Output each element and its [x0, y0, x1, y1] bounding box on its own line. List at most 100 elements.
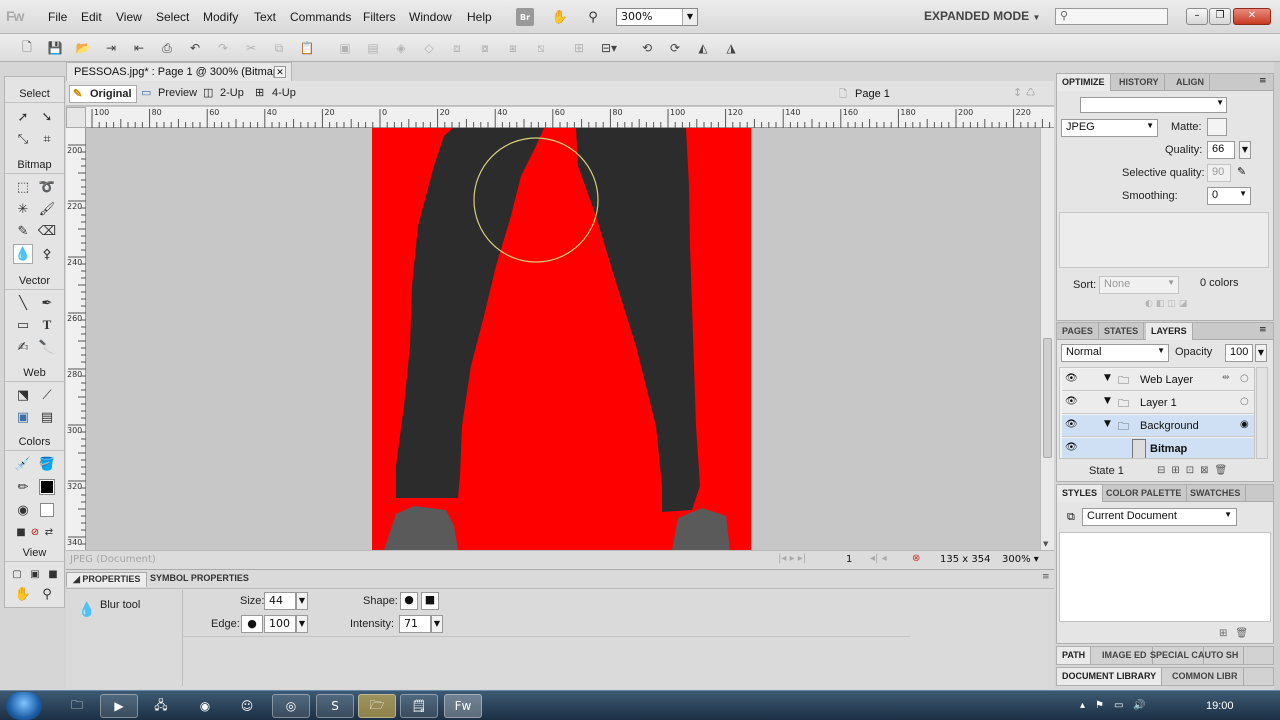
tab-layers[interactable]: LAYERS: [1146, 323, 1193, 340]
panel-menu-icon[interactable]: ≡: [1259, 325, 1267, 335]
canvas-image[interactable]: [66, 106, 1054, 550]
freeform-icon[interactable]: ✍: [13, 337, 33, 357]
firefox-icon[interactable]: ◉: [186, 694, 224, 718]
subselect-icon[interactable]: ➘: [37, 107, 57, 127]
styles-source-select[interactable]: Current Document ▼: [1082, 508, 1237, 526]
restore-button[interactable]: ❐: [1209, 8, 1231, 25]
slice-icon[interactable]: ⟋: [37, 385, 57, 405]
page-label[interactable]: Page 1: [855, 88, 890, 100]
notepad-icon[interactable]: 🗒: [400, 694, 438, 718]
rotate-right-icon[interactable]: ⟳: [666, 39, 684, 57]
ruler-corner[interactable]: [66, 107, 86, 128]
tab-pages[interactable]: PAGES: [1057, 323, 1099, 340]
workspace-mode[interactable]: EXPANDED MODE ▼: [924, 9, 1040, 23]
send-backward-icon[interactable]: ⧆: [504, 39, 522, 57]
hand-icon[interactable]: ✋: [551, 8, 569, 26]
magic-wand-icon[interactable]: ✳: [13, 199, 33, 219]
shape-round-button[interactable]: ●: [400, 592, 418, 610]
media-player-icon[interactable]: ▶: [100, 694, 138, 718]
print-icon[interactable]: ⎙: [158, 39, 176, 57]
full-screen-menu-icon[interactable]: ▣: [25, 564, 45, 584]
matte-swatch[interactable]: [1207, 118, 1227, 136]
close-button[interactable]: ✕: [1233, 8, 1271, 25]
menu-text[interactable]: Text: [254, 10, 276, 24]
preset-select[interactable]: ▼: [1080, 97, 1227, 113]
chrome-icon[interactable]: ◎: [272, 694, 310, 718]
fill-swatch[interactable]: [37, 500, 57, 520]
edge-slider-button[interactable]: ▼: [296, 615, 308, 633]
text-icon[interactable]: T: [37, 315, 57, 335]
paint-bucket-icon[interactable]: 🪣: [37, 454, 57, 474]
tab-document-library[interactable]: DOCUMENT LIBRARY: [1057, 668, 1163, 685]
target-icon[interactable]: ◉: [1240, 419, 1249, 430]
rotate-left-icon[interactable]: ⟲: [638, 39, 656, 57]
quality-slider-button[interactable]: ▼: [1239, 141, 1251, 159]
network-icon[interactable]: 🖧: [142, 694, 180, 718]
menu-edit[interactable]: Edit: [81, 10, 102, 24]
panel-menu-icon[interactable]: ≡: [1042, 572, 1050, 582]
tab-4up[interactable]: ⊞ 4-Up: [252, 85, 300, 103]
size-slider-button[interactable]: ▼: [296, 592, 308, 610]
zoom-icon[interactable]: ⚲: [584, 8, 602, 26]
target-icon[interactable]: ○: [1240, 396, 1249, 407]
horizontal-ruler[interactable]: 100 80 60 40 20 0 20 40 60 80 100 120 140 160 180 200 22…: [86, 107, 1088, 128]
rectangle-icon[interactable]: ▭: [13, 315, 33, 335]
vertical-scrollbar[interactable]: ▼: [1040, 128, 1054, 550]
tab-swatches[interactable]: SWATCHES: [1185, 485, 1247, 502]
layer-buttons-icon[interactable]: ⊟⊞⊡⊠🗑: [1157, 465, 1233, 476]
eye-icon[interactable]: 👁: [1065, 442, 1079, 453]
status-zoom[interactable]: 300% ▾: [1002, 554, 1039, 565]
tab-align[interactable]: ALIGN: [1171, 74, 1210, 91]
intensity-input[interactable]: 71: [399, 615, 431, 633]
page-nav-icon[interactable]: ↕ ♺: [1013, 86, 1036, 99]
marquee-icon[interactable]: ⬚: [13, 177, 33, 197]
tab-auto-shapes[interactable]: AUTO SH: [1193, 647, 1245, 664]
zoom-tool-icon[interactable]: ⚲: [37, 584, 57, 604]
document-tab[interactable]: PESSOAS.jpg* : Page 1 @ 300% (Bitmap) ✕: [66, 62, 292, 81]
send-back-icon[interactable]: ⧅: [532, 39, 550, 57]
open-icon[interactable]: 📂: [74, 39, 92, 57]
menu-file[interactable]: File: [48, 10, 67, 24]
tab-original[interactable]: ✎ Original: [69, 85, 137, 103]
tab-history[interactable]: HISTORY: [1114, 74, 1165, 91]
tab-2up[interactable]: ◫ 2-Up: [200, 85, 248, 103]
tab-styles[interactable]: STYLES: [1057, 485, 1104, 502]
eraser-icon[interactable]: ⌫: [37, 221, 57, 241]
styles-list[interactable]: [1059, 532, 1271, 622]
format-select[interactable]: JPEG ▼: [1061, 119, 1158, 137]
quality-input[interactable]: 66: [1207, 141, 1235, 159]
layer-bitmap[interactable]: 👁 Bitmap: [1062, 438, 1254, 458]
bring-front-icon[interactable]: ⧈: [448, 39, 466, 57]
tab-path[interactable]: PATH: [1057, 647, 1092, 664]
menu-window[interactable]: Window: [409, 10, 452, 24]
target-icon[interactable]: ○: [1240, 373, 1249, 384]
full-screen-icon[interactable]: ■: [43, 564, 63, 584]
folder-app-icon[interactable]: 🗁: [358, 694, 396, 718]
swap-colors-icon[interactable]: ⇄: [39, 522, 59, 542]
cut-icon[interactable]: ✂: [242, 39, 260, 57]
size-input[interactable]: 44: [264, 592, 296, 610]
pen-icon[interactable]: ✒: [37, 293, 57, 313]
playback-controls-icon[interactable]: |◂ ▸ ▸|: [778, 553, 806, 564]
knife-icon[interactable]: 🔪: [37, 337, 57, 357]
skype-icon[interactable]: S: [316, 694, 354, 718]
tab-states[interactable]: STATES: [1099, 323, 1145, 340]
ungroup-icon[interactable]: ▤: [364, 39, 382, 57]
close-icon[interactable]: ✕: [274, 66, 286, 78]
menu-view[interactable]: View: [116, 10, 142, 24]
hand-tool-icon[interactable]: ✋: [13, 584, 33, 604]
minimize-button[interactable]: –: [1186, 8, 1208, 25]
stroke-swatch[interactable]: [37, 477, 57, 497]
scroll-thumb[interactable]: [1043, 338, 1052, 458]
align-menu-icon[interactable]: ⊟▾: [596, 39, 622, 57]
split-icon[interactable]: ◇: [420, 39, 438, 57]
menu-filters[interactable]: Filters: [363, 10, 396, 24]
hotspot-icon[interactable]: ⬔: [13, 385, 33, 405]
right-edge-scrollbar[interactable]: [1274, 62, 1280, 690]
messenger-icon[interactable]: ☺: [228, 694, 266, 718]
show-slices-icon[interactable]: ▤: [37, 407, 57, 427]
layer-background[interactable]: 👁 ▼ 🗀 Background ◉: [1062, 415, 1254, 437]
tab-optimize[interactable]: OPTIMIZE: [1057, 74, 1111, 91]
selective-quality-input[interactable]: 90: [1207, 164, 1231, 182]
eye-icon[interactable]: 👁: [1065, 419, 1079, 430]
